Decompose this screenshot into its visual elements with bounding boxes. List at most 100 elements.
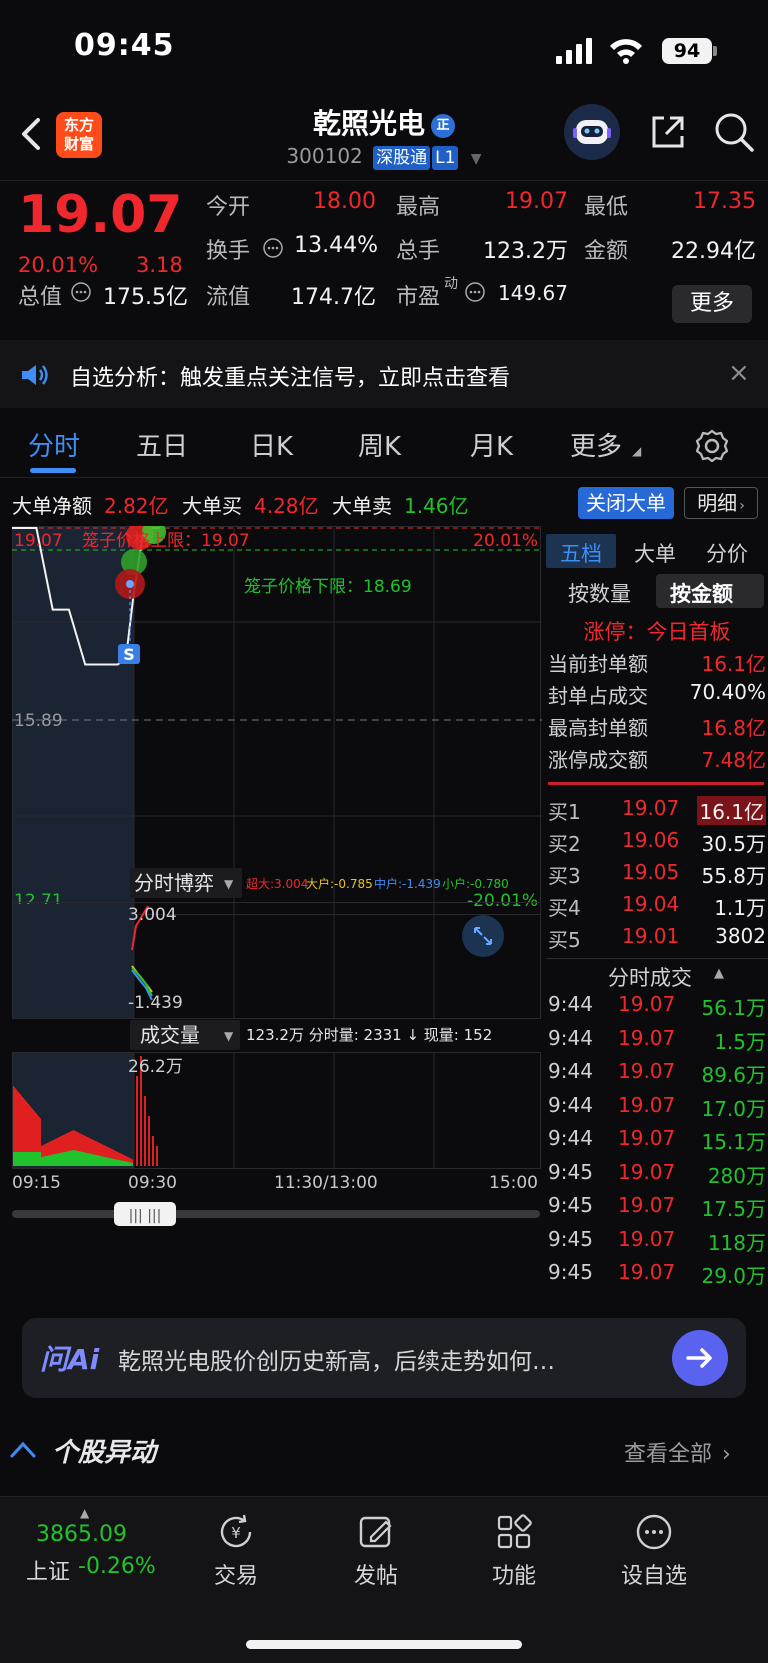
tab-intraday[interactable]: 分时 [28,426,80,463]
pe-value: 149.67 [498,281,568,305]
volume-bar [130,1162,131,1166]
gear-icon[interactable] [694,428,730,464]
nav-post[interactable]: 发帖 [316,1512,436,1590]
mktcap-label: 总值 [18,285,63,310]
send-button[interactable] [672,1330,728,1386]
turnover-label: 换手 [206,239,251,264]
volume-bar [47,1155,48,1166]
volume-bar [52,1154,53,1166]
volume-bar [75,1150,76,1166]
tab-price-dist[interactable]: 分价 [706,538,748,568]
volume-bar [103,1156,104,1166]
nav-features[interactable]: 功能 [454,1512,574,1590]
volume-bar [34,1152,35,1166]
bottom-nav: ▲ 3865.09 上证 -0.26% ¥ 交易 发帖 功能 设自选 [0,1496,768,1663]
volume-bar [74,1150,75,1166]
battery-indicator: 94 [662,38,712,64]
toggle-by-amount[interactable]: 按金额 [670,578,733,608]
pe-label: 市盈 [396,285,441,310]
share-icon[interactable] [648,112,688,152]
chart-scrollbar[interactable] [12,1210,540,1218]
volume-bar [85,1152,86,1166]
stat-value: 16.1亿 [701,652,766,676]
status-bar: 09:45 94 [0,0,768,96]
speaker-icon [22,365,48,385]
detail-button[interactable]: 明细 › [684,487,758,519]
stat-value: 16.8亿 [701,716,766,740]
tab-big-order[interactable]: 大单 [634,538,676,568]
movement-title: 个股异动 [52,1438,157,1468]
tab-daily-k[interactable]: 日K [250,426,293,463]
volume-bar [105,1157,106,1166]
home-indicator[interactable] [246,1640,522,1649]
volume-bar [102,1156,103,1166]
close-big-order-button[interactable]: 关闭大单 [578,487,674,519]
volume-bar [63,1152,64,1166]
nav-features-label: 功能 [491,1564,536,1589]
index-name[interactable]: 上证 [26,1554,70,1586]
volume-bar [136,1076,138,1166]
tab-more[interactable]: 更多 [570,426,622,463]
volume-bar [55,1153,56,1166]
robot-assistant-icon[interactable] [564,104,620,160]
stock-header: 东方 财富 乾照光电正 300102 深股通 L1 ▼ [0,96,768,180]
stat-label: 涨停成交额 [548,748,648,772]
ob-price: 19.05 [622,860,680,884]
nav-add-watchlist[interactable]: 设自选 [594,1512,714,1590]
change-amount: 3.18 [136,253,183,277]
nav-trade[interactable]: ¥ 交易 [176,1512,296,1590]
close-icon[interactable]: × [728,358,750,388]
volume-bar [120,1160,121,1166]
ai-ask-bar[interactable]: 问Ai 乾照光电股价创历史新高，后续走势如何… [22,1318,746,1398]
volume-bar [87,1153,88,1166]
volume-bar [29,1152,30,1166]
volume-bar [40,1152,41,1166]
tick-qty: 280万 [707,1163,766,1188]
search-icon[interactable] [712,110,756,154]
notice-banner[interactable]: 自选分析：触发重点关注信号，立即点击查看 × [0,340,768,408]
volume-bar [45,1156,46,1166]
stat-label: 最高封单额 [548,716,648,740]
view-all-link[interactable]: 查看全部 › [624,1436,731,1468]
stock-code: 300102 [286,144,363,168]
ticks-title[interactable]: 分时成交 [608,962,692,992]
super-large-value: 超大:3.004 [246,876,308,891]
index-change[interactable]: -0.26% [78,1554,156,1579]
info-dots-icon[interactable] [70,281,92,303]
big-buy-label: 大单买 [182,494,242,518]
toggle-by-qty[interactable]: 按数量 [568,578,631,608]
volume-bar [13,1152,14,1166]
large-value: 大户:-0.785 [306,876,373,891]
intraday-chart[interactable]: S 19.07 笼子价格上限：19.07 20.01% 笼子价格下限：18.69… [12,520,542,1286]
tab-order-book[interactable]: 五档 [560,538,602,568]
tab-five-day[interactable]: 五日 [136,426,188,463]
info-dots-icon[interactable] [464,281,486,303]
info-dots-icon[interactable] [262,237,284,259]
volume-bar [22,1152,23,1166]
index-value[interactable]: 3865.09 [36,1522,127,1547]
wifi-icon [610,39,642,64]
volume-bar [36,1152,37,1166]
tick-price: 19.07 [618,1126,676,1150]
premarket-shade [12,904,134,1018]
volume-bar [148,1116,150,1166]
chevron-down-icon[interactable]: ▼ [471,151,482,167]
open-label: 今开 [206,195,251,220]
volume-title: 成交量 [140,1023,200,1047]
volume-bar [94,1154,95,1166]
clock: 09:45 [74,28,175,63]
edit-icon [359,1516,392,1548]
volume-bar [104,1156,105,1166]
volume-bar [96,1155,97,1166]
chevron-up-icon[interactable] [10,1440,36,1458]
ob-qty: 30.5万 [701,832,766,856]
more-button[interactable]: 更多 [672,285,752,323]
tab-monthly-k[interactable]: 月K [470,426,513,463]
volume-bar [92,1154,93,1166]
tick-time: 9:45 [548,1159,593,1184]
volume-bar [48,1155,49,1166]
expand-icon[interactable] [462,915,504,957]
tab-weekly-k[interactable]: 周K [358,426,401,463]
low-label: 最低 [584,195,629,220]
detail-button-label: 明细 [697,491,738,515]
